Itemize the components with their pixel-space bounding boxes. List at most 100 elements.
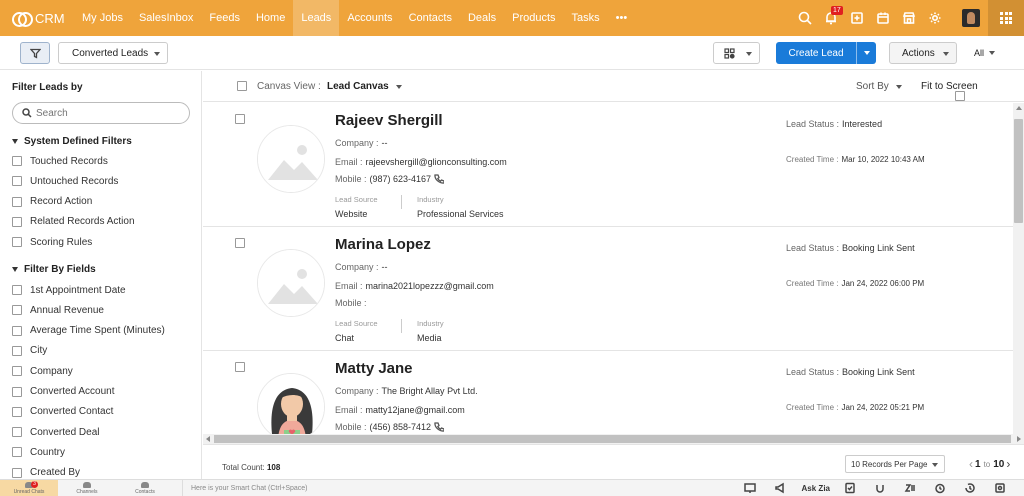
announcement-icon[interactable] xyxy=(774,482,788,494)
lead-mobile[interactable]: (456) 858-7412 xyxy=(370,422,432,432)
alarm-clock-icon[interactable] xyxy=(934,482,948,494)
horizontal-scrollbar[interactable] xyxy=(203,434,1024,444)
system-defined-filters-header[interactable]: System Defined Filters xyxy=(12,136,132,147)
crm-logo[interactable]: CRM xyxy=(0,11,74,27)
lead-email[interactable]: matty12jane@gmail.com xyxy=(366,405,465,415)
marketplace-icon[interactable] xyxy=(897,6,921,30)
lead-email[interactable]: rajeevshergill@glionconsulting.com xyxy=(366,157,507,167)
undo-icon[interactable] xyxy=(874,482,888,494)
lead-select-checkbox[interactable] xyxy=(235,238,245,248)
filter-item[interactable]: Converted Account xyxy=(12,385,115,399)
channels-tab[interactable]: Channels xyxy=(58,480,116,496)
lead-card[interactable]: Matty Jane Company : The Bright Allay Pvt … xyxy=(203,351,1013,434)
smart-chat-input[interactable]: Here is your Smart Chat (Ctrl+Space) xyxy=(182,479,736,496)
unread-chats-tab[interactable]: 3 Unread Chats xyxy=(0,479,58,496)
sort-by-dropdown[interactable]: Sort By xyxy=(856,81,902,92)
scroll-right-arrow-icon[interactable] xyxy=(1017,436,1021,442)
settings-gear-icon[interactable] xyxy=(923,6,947,30)
filter-checkbox[interactable] xyxy=(12,216,22,227)
filter-item[interactable]: Record Action xyxy=(12,195,92,209)
nav-tab-contacts[interactable]: Contacts xyxy=(401,0,460,36)
nav-tab-my-jobs[interactable]: My Jobs xyxy=(74,0,131,36)
contacts-tab[interactable]: Contacts xyxy=(116,480,174,496)
filter-checkbox[interactable] xyxy=(12,467,22,478)
screen-share-icon[interactable] xyxy=(743,482,758,494)
nav-tab-salesinbox[interactable]: SalesInbox xyxy=(131,0,201,36)
filter-checkbox[interactable] xyxy=(12,386,22,397)
actions-dropdown[interactable]: Actions xyxy=(889,42,957,64)
lead-name[interactable]: Marina Lopez xyxy=(335,236,431,253)
ask-zia-button[interactable]: Ask Zia xyxy=(802,484,830,493)
canvas-view-dropdown[interactable]: Lead Canvas xyxy=(327,81,402,92)
vertical-scrollbar[interactable] xyxy=(1013,103,1024,434)
next-page-icon[interactable]: › xyxy=(1006,457,1010,471)
nav-tab-deals[interactable]: Deals xyxy=(460,0,504,36)
quick-create-icon[interactable] xyxy=(845,6,869,30)
lead-select-checkbox[interactable] xyxy=(235,114,245,124)
zia-suggestion-icon[interactable] xyxy=(844,482,858,494)
fit-to-screen-toggle[interactable]: Fit to Screen xyxy=(921,81,978,101)
filter-checkbox[interactable] xyxy=(12,305,22,316)
filter-item[interactable]: Touched Records xyxy=(12,154,108,168)
filter-item[interactable]: Converted Deal xyxy=(12,425,99,439)
filter-item[interactable]: Average Time Spent (Minutes) xyxy=(12,324,165,338)
scroll-up-arrow-icon[interactable] xyxy=(1016,106,1022,110)
nav-tab-feeds[interactable]: Feeds xyxy=(201,0,248,36)
filter-item[interactable]: Annual Revenue xyxy=(12,303,104,317)
filter-checkbox[interactable] xyxy=(12,427,22,438)
previous-page-icon[interactable]: ‹ xyxy=(969,457,973,471)
filter-checkbox[interactable] xyxy=(12,176,22,187)
apps-grid-icon[interactable] xyxy=(988,0,1024,36)
search-icon[interactable] xyxy=(793,6,817,30)
filter-item[interactable]: 1st Appointment Date xyxy=(12,283,126,297)
custom-view-dropdown[interactable]: Converted Leads xyxy=(58,42,168,64)
lead-mobile[interactable]: (987) 623-4167 xyxy=(370,174,432,184)
phone-icon[interactable] xyxy=(434,174,445,184)
toggle-filter-button[interactable] xyxy=(20,42,50,64)
filter-checkbox[interactable] xyxy=(12,196,22,207)
filter-checkbox[interactable] xyxy=(12,447,22,458)
lead-select-checkbox[interactable] xyxy=(235,362,245,372)
user-avatar[interactable] xyxy=(962,9,980,27)
filter-item[interactable]: Related Records Action xyxy=(12,215,135,229)
filter-checkbox[interactable] xyxy=(12,325,22,336)
lead-card[interactable]: Marina Lopez Company : -- Email : marina2021… xyxy=(203,227,1013,351)
filter-item[interactable]: Converted Contact xyxy=(12,405,113,419)
select-all-checkbox[interactable] xyxy=(237,81,247,91)
records-per-page-dropdown[interactable]: 10 Records Per Page xyxy=(845,455,945,473)
create-lead-options-button[interactable] xyxy=(856,42,876,64)
nav-more-tabs[interactable]: ••• xyxy=(608,0,636,36)
history-icon[interactable] xyxy=(964,482,978,494)
nav-tab-home[interactable]: Home xyxy=(248,0,293,36)
filter-item[interactable]: City xyxy=(12,344,47,358)
filter-checkbox[interactable] xyxy=(12,366,22,377)
filter-checkbox[interactable] xyxy=(12,345,22,356)
filter-checkbox[interactable] xyxy=(12,237,22,248)
filter-search-box[interactable] xyxy=(12,102,190,124)
fit-to-screen-checkbox[interactable] xyxy=(955,91,965,101)
notification-bell-icon[interactable]: 17 xyxy=(819,6,843,30)
calendar-icon[interactable] xyxy=(871,6,895,30)
nav-tab-leads[interactable]: Leads xyxy=(293,0,340,36)
chat-settings-icon[interactable] xyxy=(994,482,1008,494)
nav-tab-products[interactable]: Products xyxy=(504,0,563,36)
nav-tab-accounts[interactable]: Accounts xyxy=(339,0,400,36)
horizontal-scrollbar-thumb[interactable] xyxy=(214,435,1011,443)
filter-by-fields-header[interactable]: Filter By Fields xyxy=(12,264,96,275)
filter-item[interactable]: Untouched Records xyxy=(12,174,118,188)
filter-checkbox[interactable] xyxy=(12,406,22,417)
filter-item[interactable]: Created By xyxy=(12,466,80,479)
create-lead-button[interactable]: Create Lead xyxy=(776,42,876,64)
filter-item[interactable]: Scoring Rules xyxy=(12,235,92,249)
filter-checkbox[interactable] xyxy=(12,156,22,166)
scroll-left-arrow-icon[interactable] xyxy=(206,436,210,442)
filter-checkbox[interactable] xyxy=(12,285,22,295)
lead-name[interactable]: Rajeev Shergill xyxy=(335,112,443,129)
lead-name[interactable]: Matty Jane xyxy=(335,360,413,377)
filter-item[interactable]: Country xyxy=(12,445,65,459)
phone-icon[interactable] xyxy=(434,422,445,432)
nav-tab-tasks[interactable]: Tasks xyxy=(564,0,608,36)
view-layout-dropdown[interactable] xyxy=(713,42,760,64)
lead-email[interactable]: marina2021lopezzz@gmail.com xyxy=(366,281,494,291)
filter-search-input[interactable] xyxy=(36,107,176,119)
